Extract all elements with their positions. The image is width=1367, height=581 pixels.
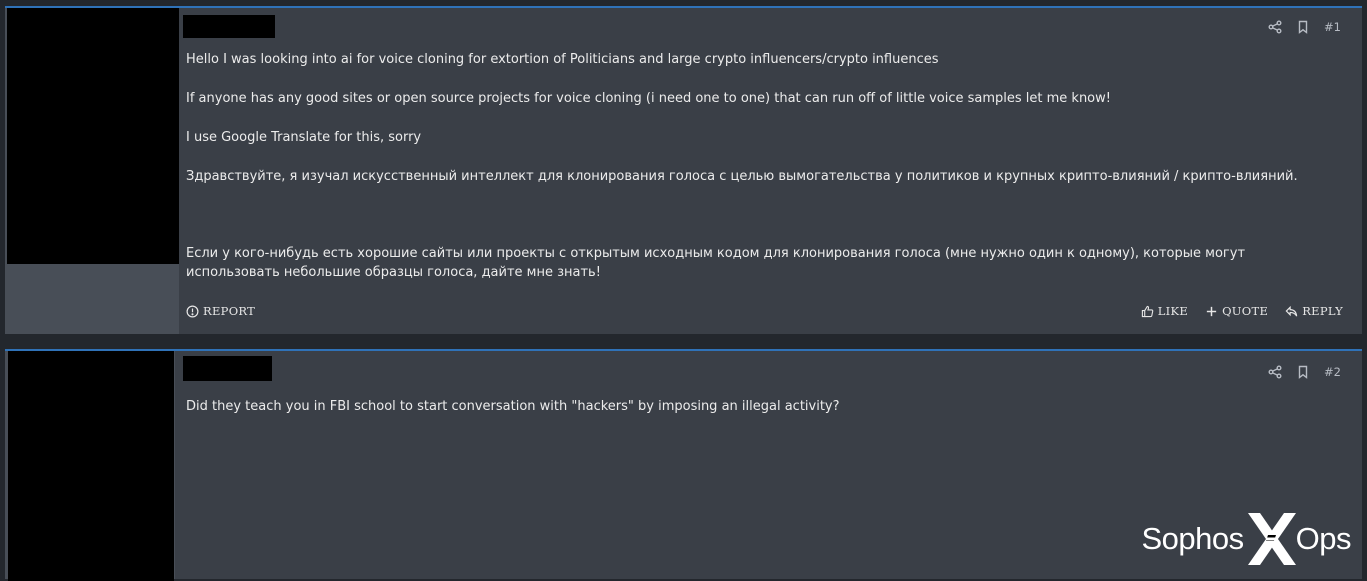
alert-circle-icon <box>186 305 199 317</box>
user-column <box>5 8 179 334</box>
plus-icon <box>1206 306 1217 316</box>
reply-icon <box>1285 305 1298 316</box>
message-paragraph: Did they teach you in FBI school to star… <box>186 399 840 414</box>
bookmark-icon[interactable] <box>1296 20 1310 34</box>
watermark-right-text: Ops <box>1295 521 1352 556</box>
redacted-avatar <box>7 8 179 264</box>
report-button[interactable]: REPORT <box>186 304 255 318</box>
thumbs-up-icon <box>1141 305 1153 317</box>
reply-label: REPLY <box>1302 304 1343 318</box>
quote-label: QUOTE <box>1222 304 1269 318</box>
reply-button[interactable]: REPLY <box>1285 304 1343 318</box>
redacted-username <box>183 356 272 381</box>
bookmark-icon[interactable] <box>1296 365 1310 379</box>
share-icon[interactable] <box>1268 365 1282 379</box>
report-label: REPORT <box>203 304 256 318</box>
message-paragraph: Hello I was looking into ai for voice cl… <box>186 52 939 67</box>
user-column <box>5 351 175 581</box>
like-button[interactable]: LIKE <box>1141 304 1188 318</box>
post-tools: #2 <box>1268 365 1341 379</box>
post-number-link[interactable]: #2 <box>1324 365 1341 379</box>
x-logo-icon <box>1246 511 1298 567</box>
post-1: #1 Hello I was looking into ai for voice… <box>5 6 1362 334</box>
redacted-avatar <box>8 351 174 581</box>
post-footer: REPORT LIKE QUOTE REPLY <box>186 304 1343 318</box>
message-paragraph: Если у кого-нибудь есть хорошие сайты ил… <box>186 246 1250 280</box>
sophos-xops-watermark: Sophos Ops <box>1142 511 1352 567</box>
message-paragraph: If anyone has any good sites or open sou… <box>186 91 1111 106</box>
post-number-link[interactable]: #1 <box>1324 20 1341 34</box>
post-tools: #1 <box>1268 20 1341 34</box>
post-message: Hello I was looking into ai for voice cl… <box>186 50 1342 282</box>
share-icon[interactable] <box>1268 20 1282 34</box>
redacted-username <box>183 15 275 38</box>
message-paragraph: I use Google Translate for this, sorry <box>186 130 422 145</box>
watermark-left-text: Sophos <box>1141 521 1245 556</box>
post-message: Did they teach you in FBI school to star… <box>186 397 1342 416</box>
message-paragraph: Здравствуйте, я изучал искусственный инт… <box>186 169 1298 184</box>
quote-button[interactable]: QUOTE <box>1205 304 1268 318</box>
like-label: LIKE <box>1157 304 1189 318</box>
